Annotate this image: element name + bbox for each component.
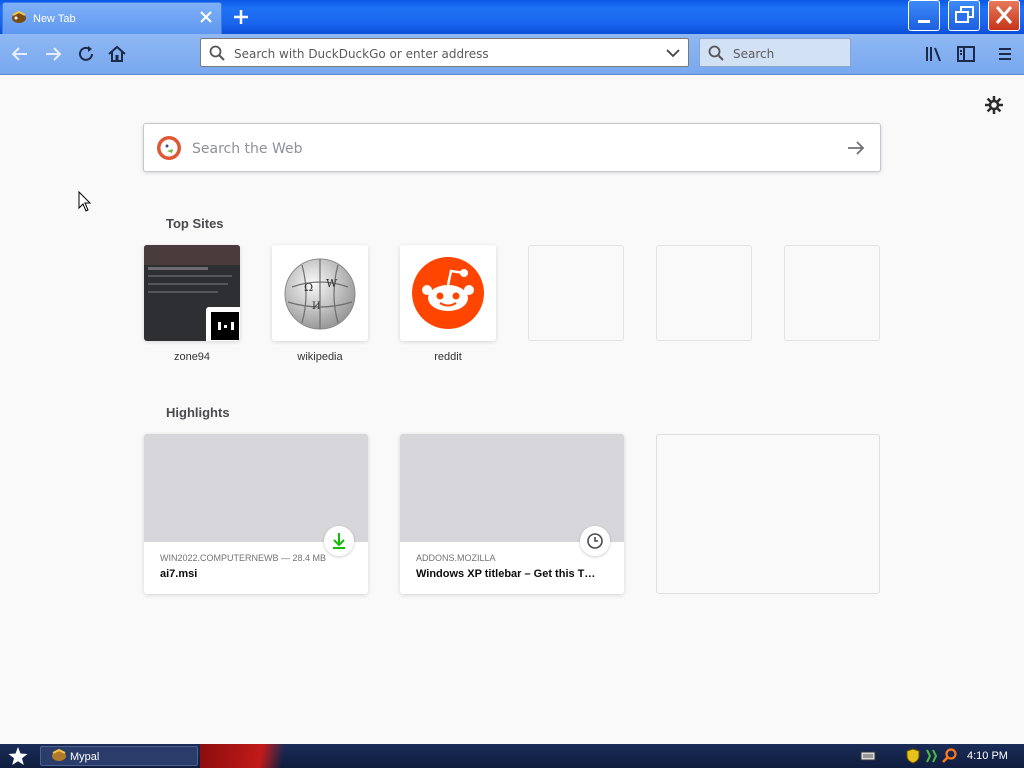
top-site-placeholder[interactable] [528,245,624,341]
taskbar-decoration [200,744,310,768]
top-site-wikipedia[interactable]: Ω W И wikipedia [272,245,368,363]
web-search-box[interactable] [143,123,881,172]
highlight-badge [324,526,354,556]
taskbar: Mypal 4:10 PM [0,744,1024,768]
highlight-card[interactable]: ADDONS.MOZILLA Windows XP titlebar – Get… [400,434,624,594]
close-icon [995,6,1013,24]
address-bar[interactable] [200,38,689,68]
highlight-meta: WIN2022.COMPUTERNEWB — 28.4 MB [160,553,327,563]
forward-arrow-icon[interactable] [41,42,65,66]
address-input[interactable] [232,39,656,68]
highlight-badge [580,526,610,556]
search-bar[interactable] [699,38,851,68]
close-window-button[interactable] [988,0,1020,31]
highlight-title: Windows XP titlebar – Get this T… [416,568,596,580]
shield-icon[interactable] [906,748,920,764]
taskbar-app-label: Mypal [70,751,100,763]
chevron-down-icon[interactable] [666,47,680,59]
top-site-tile[interactable] [144,245,240,341]
tab-close-icon[interactable] [199,10,213,24]
mypal-favicon-icon [12,11,26,23]
top-site-empty[interactable] [656,245,752,341]
arrow-right-icon[interactable] [846,139,866,157]
navigation-toolbar [0,34,1024,75]
restore-button[interactable] [948,0,980,31]
magnifier-icon[interactable] [942,748,958,764]
restore-icon [955,6,974,23]
menu-hamburger-icon[interactable] [993,42,1017,66]
minimize-icon [918,20,930,23]
top-site-reddit[interactable]: reddit [400,245,496,363]
web-search-input[interactable] [190,134,814,164]
highlight-title: ai7.msi [160,568,198,580]
top-site-placeholder[interactable] [784,245,880,341]
back-arrow-icon[interactable] [8,42,32,66]
top-site-label: wikipedia [297,351,343,363]
svg-text:Ω: Ω [304,281,313,294]
new-tab-page: Top Sites zone94 [0,75,1024,744]
top-site-tile[interactable] [400,245,496,341]
download-icon [333,533,345,549]
clock: 4:10 PM [967,750,1008,762]
tab-title: New Tab [33,13,76,25]
duckduckgo-icon [157,136,181,160]
search-icon [209,45,225,61]
reddit-alien-icon [412,257,484,329]
start-star-icon[interactable] [4,746,32,766]
sidebar-icon[interactable] [954,42,978,66]
top-site-tile[interactable]: Ω W И [272,245,368,341]
wikipedia-globe-icon: Ω W И [284,258,356,330]
zone94-favicon [206,307,240,341]
taskbar-app-mypal[interactable]: Mypal [40,746,198,766]
new-tab-plus-icon[interactable] [230,6,252,28]
highlight-meta: ADDONS.MOZILLA [416,553,496,563]
top-site-label: zone94 [173,351,211,363]
top-site-empty[interactable] [528,245,624,341]
gear-icon[interactable] [984,95,1004,115]
minimize-button[interactable] [908,0,940,31]
home-icon[interactable] [105,42,129,66]
library-icon[interactable] [922,42,946,66]
top-site-label: reddit [434,351,462,363]
title-bar: New Tab [0,0,1024,34]
highlight-card[interactable]: WIN2022.COMPUTERNEWB — 28.4 MB ai7.msi [144,434,368,594]
top-sites-heading: Top Sites [166,216,224,231]
top-site-empty[interactable] [784,245,880,341]
search-icon [708,45,724,61]
network-icon[interactable] [924,748,938,764]
tab-new-tab[interactable]: New Tab [2,2,222,34]
svg-text:И: И [312,301,321,312]
mypal-icon [52,749,66,761]
search-input[interactable] [731,39,845,68]
reload-icon[interactable] [74,42,98,66]
top-site-placeholder[interactable] [656,245,752,341]
keyboard-icon[interactable] [860,750,876,762]
svg-text:W: W [326,277,338,290]
highlights-heading: Highlights [166,405,230,420]
mouse-cursor-icon [78,191,92,212]
highlight-placeholder [656,434,880,594]
clock-icon [587,533,603,549]
top-site-zone94[interactable]: zone94 [144,245,240,363]
